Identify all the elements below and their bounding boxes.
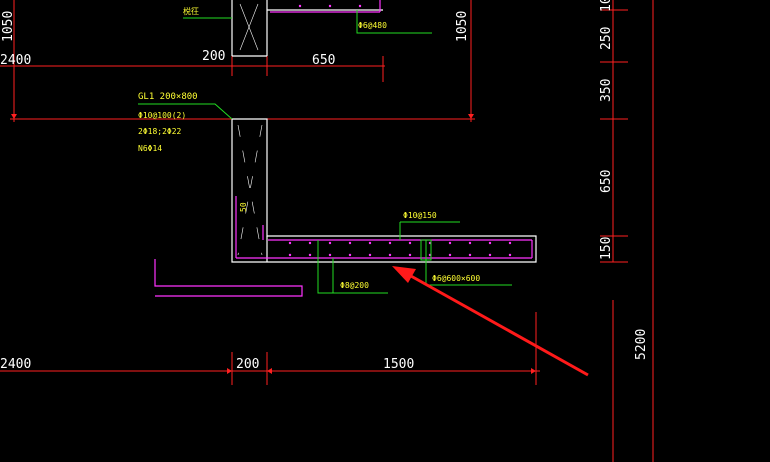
dim-top-200: 200 bbox=[202, 49, 225, 64]
dim-right-10: 10 bbox=[599, 0, 614, 12]
dim-right-5200: 5200 bbox=[634, 329, 649, 360]
cad-drawing: 2400 200 650 1050 1050 10 250 350 650 15… bbox=[0, 0, 654, 462]
dim-top-2400: 2400 bbox=[0, 53, 31, 68]
label-small-50: 50 bbox=[239, 202, 248, 212]
dim-right-150: 150 bbox=[599, 237, 614, 260]
dim-right-350: 350 bbox=[599, 79, 614, 102]
wall-outlines bbox=[231, 0, 537, 263]
rebar-dots bbox=[288, 4, 512, 257]
label-phi6-480: Φ6@480 bbox=[358, 21, 387, 30]
beam-note-line4: N6Φ14 bbox=[138, 144, 162, 153]
dim-1050-right: 1050 bbox=[455, 11, 470, 42]
dim-right-250: 250 bbox=[599, 27, 614, 50]
label-phi10-150: Φ10@150 bbox=[403, 211, 437, 220]
dim-1050-left: 1050 bbox=[1, 11, 16, 42]
dimension-ticks bbox=[11, 114, 536, 374]
rebar-lines bbox=[154, 0, 533, 297]
cad-drawing-canvas[interactable]: 2400 200 650 1050 1050 10 250 350 650 15… bbox=[0, 0, 770, 462]
label-phi8-200: Φ8@200 bbox=[340, 281, 369, 290]
label-phi6-600x600: Φ6@600×600 bbox=[432, 274, 480, 283]
dim-bottom-200: 200 bbox=[236, 357, 259, 372]
dim-top-650: 650 bbox=[312, 53, 335, 68]
red-arrow bbox=[392, 266, 589, 377]
beam-note-line1: GL1 200×800 bbox=[138, 92, 198, 102]
dim-right-650: 650 bbox=[599, 170, 614, 193]
beam-note-line3: 2Φ18;2Φ22 bbox=[138, 127, 182, 136]
dimension-lines bbox=[0, 0, 654, 462]
beam-note-line2: Φ10@100(2) bbox=[138, 111, 186, 120]
dim-bottom-1500: 1500 bbox=[383, 357, 414, 372]
top-rebar-label: 棁彺 bbox=[183, 6, 199, 16]
dim-bottom-2400: 2400 bbox=[0, 357, 31, 372]
